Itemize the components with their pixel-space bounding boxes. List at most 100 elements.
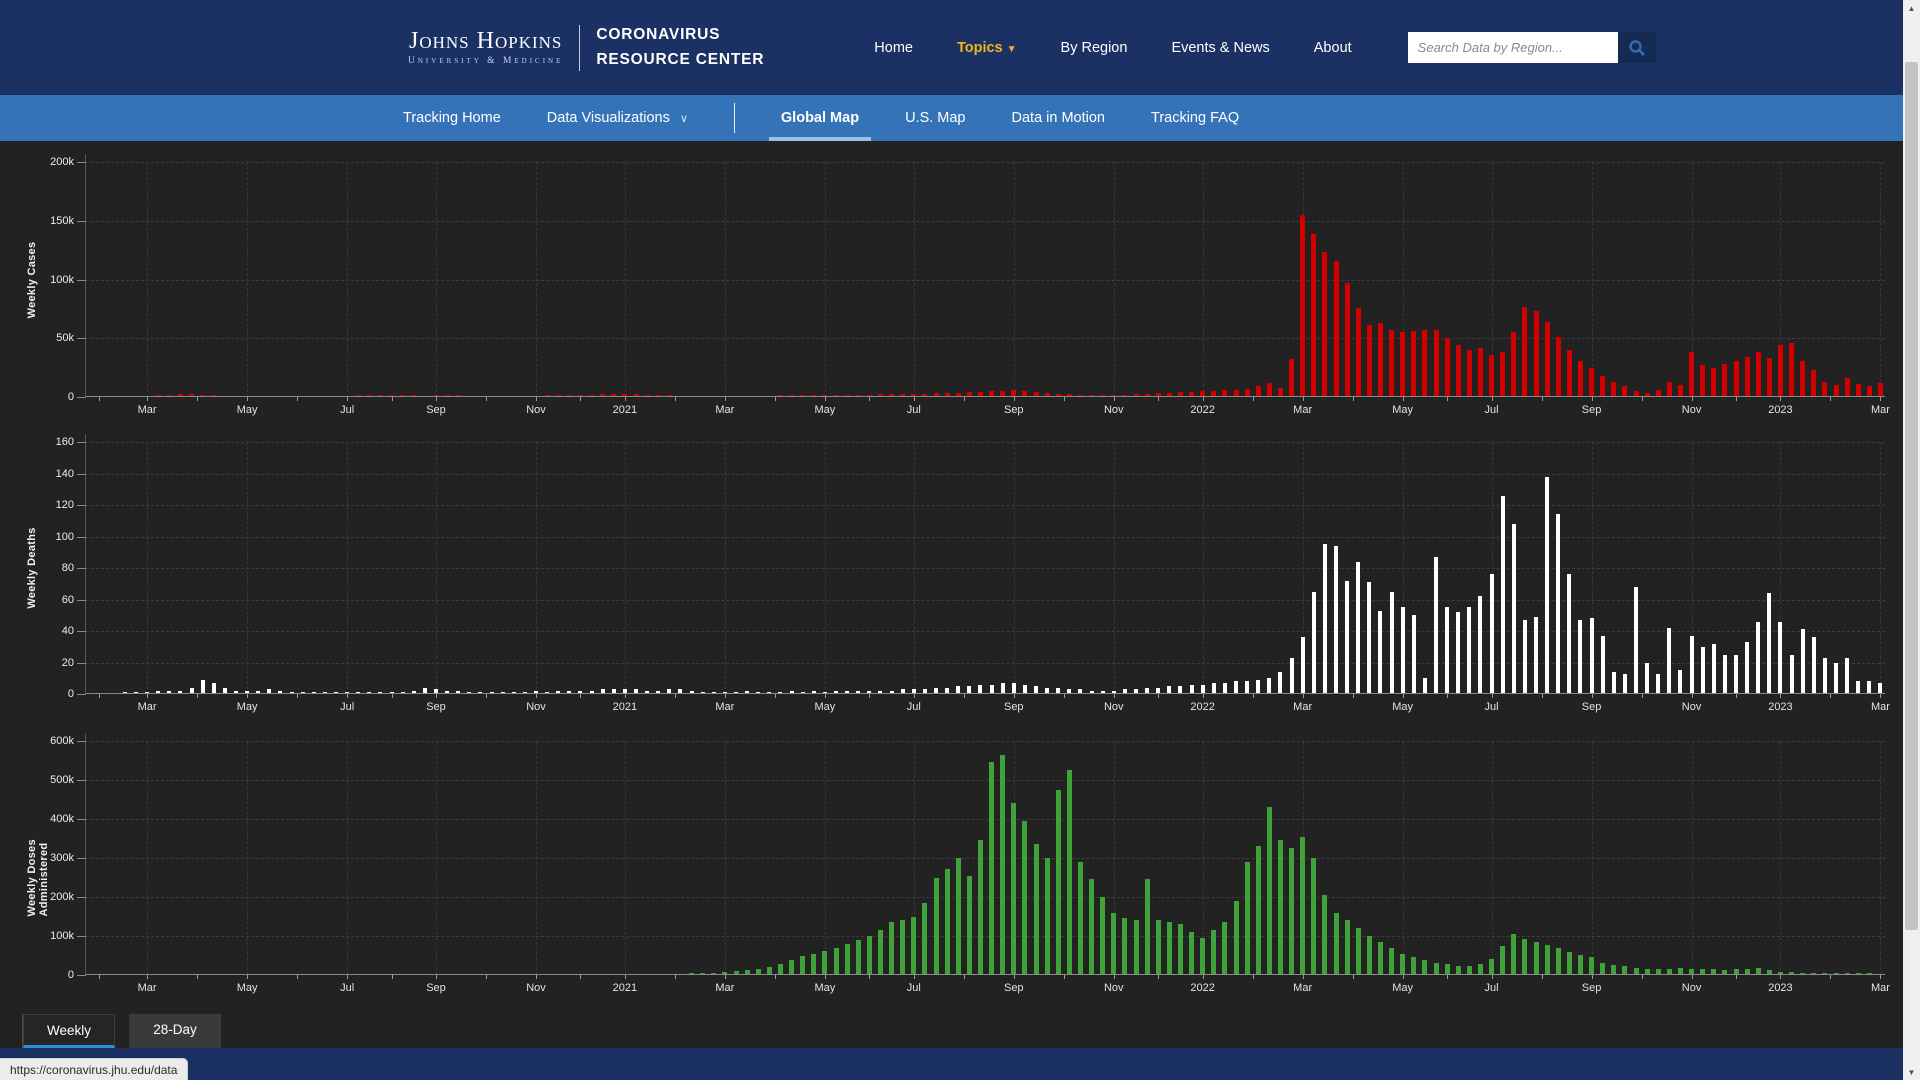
- x-tick: [436, 694, 437, 698]
- x-minor-tick: [486, 397, 487, 401]
- footer-bar: [0, 1048, 1903, 1080]
- weekly-deaths-bar: [1367, 582, 1371, 694]
- y-tick-label: 600k: [28, 735, 74, 747]
- x-tick: [1492, 975, 1493, 979]
- subnav-tracking-faq[interactable]: Tracking FAQ: [1151, 95, 1239, 141]
- x-minor-tick: [486, 975, 487, 979]
- h-gridline: [86, 338, 1885, 339]
- weekly-deaths-bar: [1678, 670, 1682, 694]
- weekly-doses-administered-bar: [1567, 952, 1572, 975]
- nav-about[interactable]: About: [1314, 40, 1352, 56]
- x-minor-tick: [1064, 694, 1065, 698]
- x-tick-label: Mar: [1293, 701, 1312, 713]
- x-tick-label: Sep: [1004, 982, 1024, 994]
- weekly-cases-bar: [1434, 330, 1439, 397]
- x-tick-label: Sep: [426, 982, 446, 994]
- x-minor-tick: [392, 694, 393, 698]
- y-tick-label: 100k: [28, 930, 74, 942]
- weekly-deaths-bar: [1590, 618, 1594, 694]
- x-tick-label: Mar: [1871, 982, 1890, 994]
- y-tick: [77, 474, 86, 475]
- weekly-deaths-bar: [1778, 622, 1782, 694]
- vertical-scrollbar[interactable]: ▲ ▼: [1903, 0, 1920, 1080]
- h-gridline: [86, 162, 1885, 163]
- search-input[interactable]: [1408, 32, 1618, 63]
- h-gridline: [86, 600, 1885, 601]
- v-gridline: [1692, 741, 1693, 975]
- weekly-cases-bar: [1611, 382, 1616, 397]
- x-tick: [1780, 397, 1781, 401]
- x-minor-tick: [486, 694, 487, 698]
- x-minor-tick: [775, 694, 776, 698]
- scroll-down-icon[interactable]: ▼: [1903, 1064, 1920, 1080]
- nav-events-news[interactable]: Events & News: [1171, 40, 1269, 56]
- scrollbar-thumb[interactable]: [1905, 62, 1918, 930]
- weekly-cases-bar: [1522, 307, 1527, 397]
- x-minor-tick: [869, 397, 870, 401]
- x-tick-label: Sep: [1582, 701, 1602, 713]
- weekly-deaths-bar: [1645, 663, 1649, 695]
- x-tick: [347, 694, 348, 698]
- x-tick: [914, 694, 915, 698]
- y-tick-label: 20: [28, 657, 74, 669]
- subnav-us-map[interactable]: U.S. Map: [905, 95, 965, 141]
- x-tick-label: May: [814, 982, 835, 994]
- x-minor-tick: [1353, 694, 1354, 698]
- nav-topics[interactable]: Topics▼: [957, 40, 1017, 56]
- v-gridline: [1114, 162, 1115, 397]
- h-gridline: [86, 780, 1885, 781]
- nav-by-region[interactable]: By Region: [1061, 40, 1128, 56]
- x-tick-label: Mar: [138, 404, 157, 416]
- weekly-doses-administered-bar: [1489, 959, 1494, 975]
- x-tick-label: Nov: [1104, 701, 1124, 713]
- weekly-doses-administered-bar: [889, 922, 894, 975]
- weekly-deaths-bar: [1490, 574, 1494, 694]
- x-minor-tick: [1542, 397, 1543, 401]
- x-tick: [1692, 694, 1693, 698]
- x-tick: [1692, 975, 1693, 979]
- weekly-deaths-bar: [1834, 663, 1838, 695]
- h-gridline: [86, 280, 1885, 281]
- y-tick: [77, 694, 86, 695]
- x-tick: [1203, 975, 1204, 979]
- subnav-global-map[interactable]: Global Map: [781, 95, 859, 141]
- y-tick: [77, 936, 86, 937]
- y-tick: [77, 537, 86, 538]
- x-minor-tick: [869, 975, 870, 979]
- subnav-tracking-home[interactable]: Tracking Home: [403, 95, 501, 141]
- x-minor-tick: [1253, 397, 1254, 401]
- x-axis-line: [86, 396, 1885, 397]
- x-minor-tick: [297, 694, 298, 698]
- x-minor-tick: [197, 975, 198, 979]
- h-gridline: [86, 741, 1885, 742]
- weekly-deaths-chart: Weekly Deaths 160140120100806040200MarMa…: [0, 434, 1903, 694]
- weekly-deaths-bar: [1534, 617, 1538, 694]
- weekly-cases-bar: [1534, 311, 1539, 397]
- weekly-doses-administered-bar: [1511, 934, 1516, 975]
- weekly-doses-administered-bar: [1389, 948, 1394, 975]
- x-tick: [436, 397, 437, 401]
- v-gridline: [347, 442, 348, 694]
- tab-28-day[interactable]: 28-Day: [129, 1014, 221, 1048]
- weekly-doses-administered-bar: [1245, 862, 1250, 975]
- x-tick: [247, 694, 248, 698]
- crc-wordmark: CORONAVIRUS RESOURCE CENTER: [596, 23, 764, 71]
- v-gridline: [1880, 741, 1881, 975]
- tab-weekly[interactable]: Weekly: [23, 1014, 115, 1048]
- jhu-logo[interactable]: Johns Hopkins University & Medicine CORO…: [408, 23, 764, 71]
- search-button[interactable]: [1618, 32, 1656, 63]
- nav-home[interactable]: Home: [874, 40, 913, 56]
- x-tick: [1880, 975, 1881, 979]
- x-tick-label: May: [814, 404, 835, 416]
- weekly-cases-bar: [1478, 348, 1483, 397]
- x-minor-tick: [964, 975, 965, 979]
- subnav-data-visualizations[interactable]: Data Visualizations∨: [547, 95, 688, 141]
- weekly-doses-administered-bar: [1322, 895, 1327, 975]
- weekly-doses-administered-bar: [1278, 840, 1283, 975]
- x-tick-label: 2022: [1190, 404, 1214, 416]
- v-gridline: [1114, 442, 1115, 694]
- scroll-up-icon[interactable]: ▲: [1903, 0, 1920, 16]
- subnav-data-in-motion[interactable]: Data in Motion: [1012, 95, 1106, 141]
- weekly-cases-bar: [1500, 352, 1505, 397]
- x-tick: [1303, 397, 1304, 401]
